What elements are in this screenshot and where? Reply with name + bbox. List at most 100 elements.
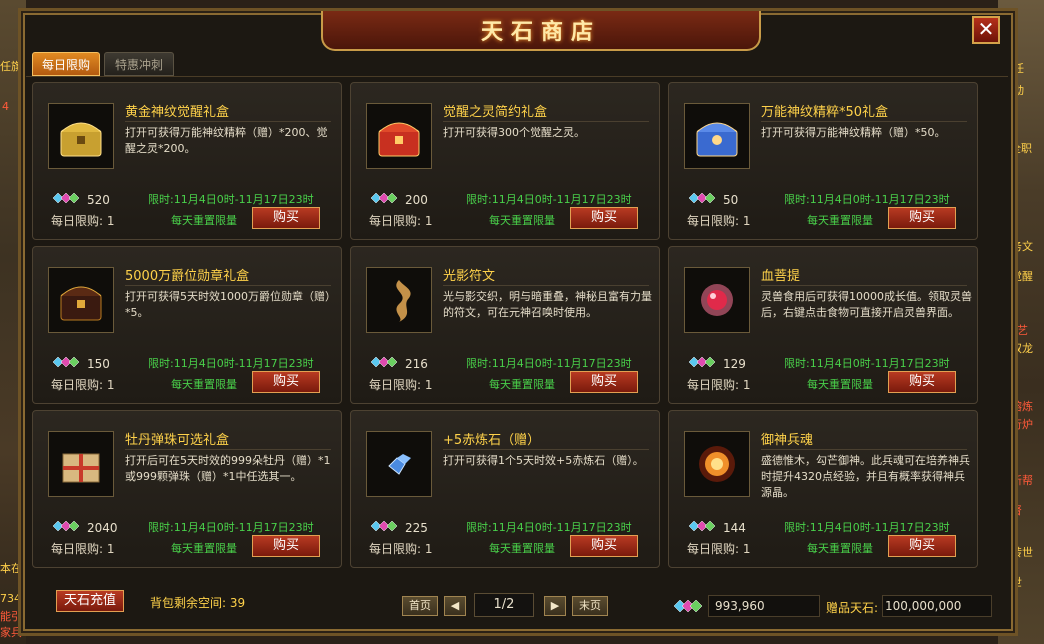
item-name: 血菩提 bbox=[761, 269, 801, 284]
item-card: 牡丹弹珠可选礼盒打开后可在5天时效的999朵牡丹（赠）*1或999颗弹珠（赠）*… bbox=[32, 410, 342, 568]
item-divider bbox=[125, 121, 331, 122]
limited-time-label: 限时:11月4日0时-11月17日23时 bbox=[784, 357, 950, 370]
item-name: 5000万爵位勋章礼盒 bbox=[125, 269, 250, 284]
gem-currency-icon bbox=[51, 191, 85, 208]
item-name: 光影符文 bbox=[443, 269, 496, 284]
buy-button[interactable]: 购买 bbox=[252, 371, 320, 393]
last-page-button[interactable]: 末页 bbox=[572, 596, 608, 616]
item-price: 225 bbox=[369, 519, 428, 536]
limited-time-label: 限时:11月4日0时-11月17日23时 bbox=[148, 193, 314, 206]
buy-button[interactable]: 购买 bbox=[570, 207, 638, 229]
gift-stone-label: 赠品天石: bbox=[826, 601, 879, 615]
daily-limit-label: 每日限购: 1 bbox=[687, 214, 751, 228]
next-page-button[interactable]: ▶ bbox=[544, 596, 566, 616]
limited-time-label: 限时:11月4日0时-11月17日23时 bbox=[466, 193, 632, 206]
limited-time-label: 限时:11月4日0时-11月17日23时 bbox=[466, 521, 632, 534]
item-card: 御神兵魂 盛德惟木，勾芒御神。此兵魂可在培养神兵时提升4320点经验，并且有概率获… bbox=[668, 410, 978, 568]
buy-button[interactable]: 购买 bbox=[252, 535, 320, 557]
tab-special-offer[interactable]: 特惠冲刺 bbox=[104, 52, 174, 76]
daily-limit-label: 每日限购: 1 bbox=[51, 214, 115, 228]
fire-soul-icon[interactable] bbox=[684, 431, 750, 497]
price-value: 150 bbox=[87, 356, 110, 371]
buy-button[interactable]: 购买 bbox=[888, 207, 956, 229]
item-card: 5000万爵位勋章礼盒打开可获得5天时效1000万爵位勋章（赠）*5。 150 限时… bbox=[32, 246, 342, 404]
daily-limit-label: 每日限购: 1 bbox=[51, 542, 115, 556]
golden-chest-icon[interactable] bbox=[48, 103, 114, 169]
gift-stone-value: 100,000,000 bbox=[882, 595, 992, 617]
item-card: 万能神纹精粹*50礼盒 打开可获得万能神纹精粹（赠）*50。 50 限时:11月4日0… bbox=[668, 82, 978, 240]
item-price: 150 bbox=[51, 355, 110, 372]
blue-gem-icon[interactable] bbox=[366, 431, 432, 497]
item-description: 打开后可在5天时效的999朵牡丹（赠）*1或999颗弹珠（赠）*1中任选其一。 bbox=[125, 454, 331, 483]
medal-chest-icon[interactable] bbox=[48, 267, 114, 333]
item-divider bbox=[443, 121, 649, 122]
price-value: 144 bbox=[723, 520, 746, 535]
item-divider bbox=[761, 121, 967, 122]
shop-title: 天石商店 bbox=[480, 19, 601, 45]
gem-currency-icon bbox=[369, 191, 403, 208]
limited-time-label: 限时:11月4日0时-11月17日23时 bbox=[148, 357, 314, 370]
buy-button[interactable]: 购买 bbox=[888, 371, 956, 393]
daily-limit-label: 每日限购: 1 bbox=[369, 378, 433, 392]
daily-limit-label: 每日限购: 1 bbox=[369, 214, 433, 228]
buy-button[interactable]: 购买 bbox=[570, 535, 638, 557]
buy-button[interactable]: 购买 bbox=[570, 371, 638, 393]
daily-reset-label: 每天重置限量 bbox=[171, 542, 237, 555]
page-indicator: 1/2 bbox=[474, 593, 534, 617]
daily-limit-label: 每日限购: 1 bbox=[369, 542, 433, 556]
limited-time-label: 限时:11月4日0时-11月17日23时 bbox=[784, 193, 950, 206]
item-description: 打开可获得万能神纹精粹（赠）*200、觉醒之灵*200。 bbox=[125, 126, 328, 155]
daily-reset-label: 每天重置限量 bbox=[489, 542, 555, 555]
bag-space-label: 背包剩余空间: 39 bbox=[150, 596, 246, 610]
price-value: 50 bbox=[723, 192, 739, 207]
item-divider bbox=[443, 285, 649, 286]
item-price: 216 bbox=[369, 355, 428, 372]
item-divider bbox=[761, 285, 967, 286]
rune-icon[interactable] bbox=[366, 267, 432, 333]
gem-currency-icon bbox=[673, 599, 703, 613]
close-button[interactable]: ✕ bbox=[972, 16, 1000, 44]
prev-page-button[interactable]: ◀ bbox=[444, 596, 466, 616]
item-description: 盛德惟木，勾芒御神。此兵魂可在培养神兵时提升4320点经验，并且有概率获得神兵源… bbox=[761, 454, 970, 499]
item-card: 血菩提灵兽食用后可获得10000成长值。领取灵兽后，右键点击食物可直接开启灵兽界… bbox=[668, 246, 978, 404]
limited-time-label: 限时:11月4日0时-11月17日23时 bbox=[148, 521, 314, 534]
item-description: 打开可获得5天时效1000万爵位勋章（赠）*5。 bbox=[125, 290, 336, 319]
gift-box-icon[interactable] bbox=[48, 431, 114, 497]
item-price: 200 bbox=[369, 191, 428, 208]
daily-reset-label: 每天重置限量 bbox=[489, 214, 555, 227]
blue-chest-icon[interactable] bbox=[684, 103, 750, 169]
daily-limit-label: 每日限购: 1 bbox=[687, 542, 751, 556]
item-description: 灵兽食用后可获得10000成长值。领取灵兽后，右键点击食物可直接开启灵兽界面。 bbox=[761, 290, 972, 319]
balance-value: 993,960 bbox=[708, 595, 820, 617]
red-chest-icon[interactable] bbox=[366, 103, 432, 169]
item-card: 光影符文光与影交织，明与暗重叠，神秘且富有力量的符文，可在元神召唤时使用。 216… bbox=[350, 246, 660, 404]
recharge-button[interactable]: 天石充值 bbox=[56, 590, 124, 612]
item-name: 牡丹弹珠可选礼盒 bbox=[125, 433, 230, 448]
item-divider bbox=[125, 285, 331, 286]
tab-daily-limit[interactable]: 每日限购 bbox=[32, 52, 100, 76]
item-card: 觉醒之灵简约礼盒 打开可获得300个觉醒之灵。 200 限时:11月4日0时-11月1… bbox=[350, 82, 660, 240]
gem-currency-icon bbox=[51, 355, 85, 372]
daily-reset-label: 每天重置限量 bbox=[171, 214, 237, 227]
item-price: 520 bbox=[51, 191, 110, 208]
price-value: 2040 bbox=[87, 520, 118, 535]
price-value: 520 bbox=[87, 192, 110, 207]
first-page-button[interactable]: 首页 bbox=[402, 596, 438, 616]
gem-currency-icon bbox=[687, 519, 721, 536]
blood-bodhi-icon[interactable] bbox=[684, 267, 750, 333]
price-value: 200 bbox=[405, 192, 428, 207]
item-name: 黄金神纹觉醒礼盒 bbox=[125, 105, 230, 120]
limited-time-label: 限时:11月4日0时-11月17日23时 bbox=[784, 521, 950, 534]
daily-limit-label: 每日限购: 1 bbox=[687, 378, 751, 392]
item-name: 觉醒之灵简约礼盒 bbox=[443, 105, 548, 120]
item-card: 黄金神纹觉醒礼盒打开可获得万能神纹精粹（赠）*200、觉醒之灵*200。 520 限… bbox=[32, 82, 342, 240]
price-value: 225 bbox=[405, 520, 428, 535]
gem-currency-icon bbox=[687, 355, 721, 372]
daily-reset-label: 每天重置限量 bbox=[807, 542, 873, 555]
gem-currency-icon bbox=[369, 519, 403, 536]
item-price: 144 bbox=[687, 519, 746, 536]
item-description: 打开可获得万能神纹精粹（赠）*50。 bbox=[761, 126, 946, 139]
buy-button[interactable]: 购买 bbox=[888, 535, 956, 557]
item-description: 光与影交织，明与暗重叠，神秘且富有力量的符文，可在元神召唤时使用。 bbox=[443, 290, 652, 319]
buy-button[interactable]: 购买 bbox=[252, 207, 320, 229]
